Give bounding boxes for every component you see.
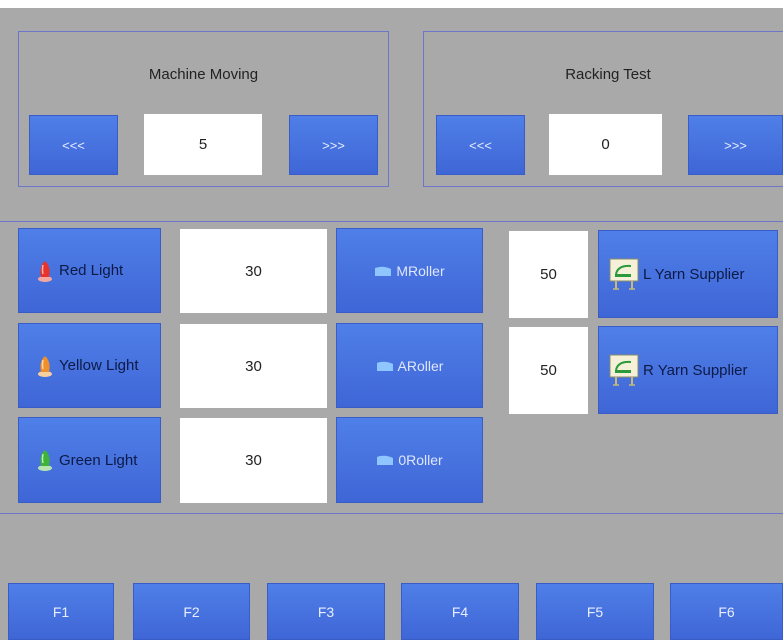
green-bulb-icon (38, 450, 52, 471)
machine-moving-value-field[interactable]: 5 (144, 114, 262, 175)
aroller-label: ARoller (397, 357, 444, 374)
roller-icon (376, 361, 393, 371)
red-light-label: Red Light (59, 262, 124, 279)
section-divider-bottom (0, 513, 783, 514)
l-yarn-supplier-button[interactable]: L Yarn Supplier (598, 230, 778, 318)
r-yarn-supplier-value-field[interactable]: 50 (509, 327, 588, 414)
f5-button[interactable]: F5 (536, 583, 654, 640)
0roller-label: 0Roller (398, 452, 443, 468)
yellow-light-value-field[interactable]: 30 (180, 324, 327, 408)
green-light-button[interactable]: Green Light (18, 417, 161, 503)
mroller-button[interactable]: MRoller (336, 228, 483, 313)
yarn-supplier-icon (609, 258, 639, 290)
f4-button[interactable]: F4 (401, 583, 519, 640)
yellow-light-button[interactable]: Yellow Light (18, 323, 161, 408)
roller-icon (377, 455, 394, 465)
green-light-label: Green Light (59, 451, 138, 469)
r-yarn-supplier-button[interactable]: R Yarn Supplier (598, 326, 778, 414)
mroller-label: MRoller (396, 262, 445, 279)
racking-test-title: Racking Test (565, 66, 651, 83)
machine-moving-title: Machine Moving (148, 66, 259, 83)
yarn-supplier-icon (609, 354, 639, 386)
0roller-button[interactable]: 0Roller (336, 417, 483, 503)
yellow-light-label: Yellow Light (59, 357, 139, 374)
l-yarn-supplier-value-field[interactable]: 50 (509, 231, 588, 318)
red-bulb-icon (38, 261, 52, 282)
l-yarn-supplier-label: L Yarn Supplier (643, 265, 745, 283)
racking-test-next-button[interactable]: >>> (688, 115, 783, 175)
f2-button[interactable]: F2 (133, 583, 250, 640)
roller-icon (375, 266, 392, 276)
f1-button[interactable]: F1 (8, 583, 114, 640)
f3-button[interactable]: F3 (267, 583, 385, 640)
red-light-button[interactable]: Red Light (18, 228, 161, 313)
machine-moving-prev-button[interactable]: <<< (29, 115, 118, 175)
yellow-bulb-icon (38, 356, 52, 377)
top-strip (0, 0, 783, 8)
f6-button[interactable]: F6 (670, 583, 783, 640)
machine-moving-next-button[interactable]: >>> (289, 115, 378, 175)
r-yarn-supplier-label: R Yarn Supplier (643, 361, 748, 379)
section-divider-top (0, 221, 783, 222)
aroller-button[interactable]: ARoller (336, 323, 483, 408)
green-light-value-field[interactable]: 30 (180, 418, 327, 503)
red-light-value-field[interactable]: 30 (180, 229, 327, 313)
racking-test-value-field[interactable]: 0 (549, 114, 662, 175)
racking-test-prev-button[interactable]: <<< (436, 115, 525, 175)
